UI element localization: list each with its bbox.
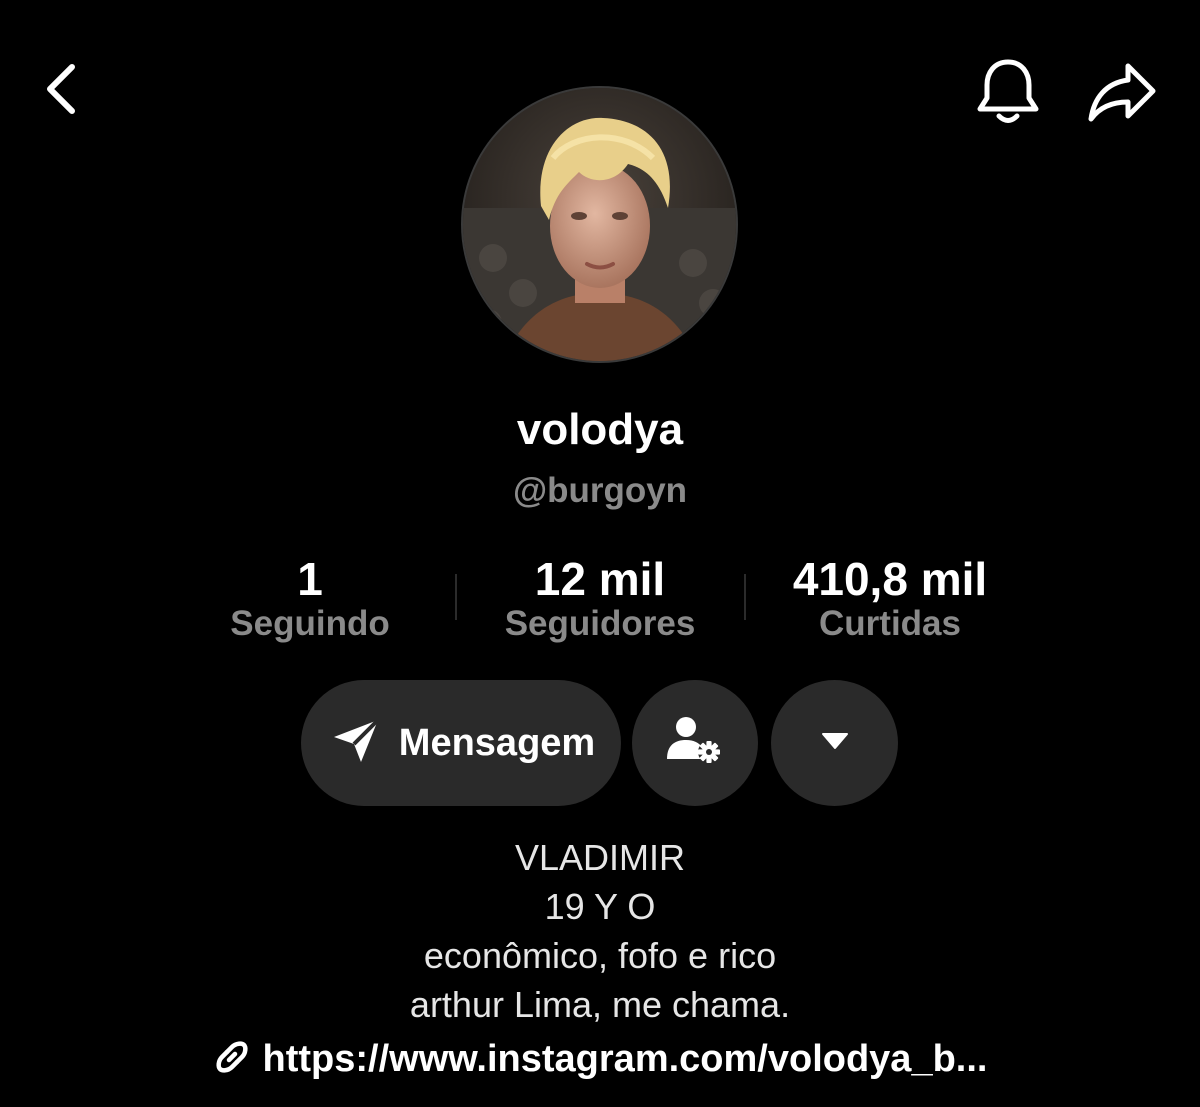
- stat-value: 410,8 mil: [792, 553, 988, 605]
- share-button[interactable]: [1082, 56, 1162, 132]
- bio-line: 19 Y O: [544, 886, 656, 927]
- link-icon: [213, 1038, 251, 1081]
- bio-line: VLADIMIR: [514, 837, 686, 878]
- back-button[interactable]: [30, 58, 90, 124]
- more-button[interactable]: [771, 680, 898, 806]
- stat-value: 12 mil: [534, 553, 666, 605]
- user-settings-icon: [665, 715, 725, 772]
- paper-plane-icon: [331, 717, 381, 770]
- friend-settings-button[interactable]: [632, 680, 758, 806]
- stat-value: 1: [297, 553, 323, 605]
- bio-line: econômico, fofo e rico: [423, 935, 777, 976]
- avatar[interactable]: [461, 86, 738, 363]
- stat-label: Curtidas: [819, 604, 961, 643]
- stat-divider: [455, 574, 457, 620]
- notifications-button[interactable]: [970, 56, 1046, 132]
- message-button[interactable]: Mensagem: [301, 680, 621, 806]
- bio-link-text: https://www.instagram.com/volodya_b...: [262, 1038, 988, 1080]
- stat-followers[interactable]: 12 mil Seguidores: [460, 553, 740, 647]
- bio-link[interactable]: https://www.instagram.com/volodya_b...: [0, 1034, 1200, 1084]
- stat-label: Seguindo: [230, 604, 390, 643]
- message-button-label: Mensagem: [398, 721, 596, 764]
- display-name: volodya: [516, 405, 684, 454]
- stat-label: Seguidores: [504, 604, 696, 643]
- username-handle: @burgoyn: [512, 471, 688, 510]
- bio-line: arthur Lima, me chama.: [409, 984, 791, 1025]
- chevron-left-icon: [40, 61, 80, 122]
- share-arrow-icon: [1086, 61, 1158, 128]
- bell-icon: [975, 56, 1041, 133]
- stat-divider: [744, 574, 746, 620]
- caret-down-icon: [821, 732, 849, 755]
- stat-likes[interactable]: 410,8 mil Curtidas: [750, 553, 1030, 647]
- stat-following[interactable]: 1 Seguindo: [170, 553, 450, 647]
